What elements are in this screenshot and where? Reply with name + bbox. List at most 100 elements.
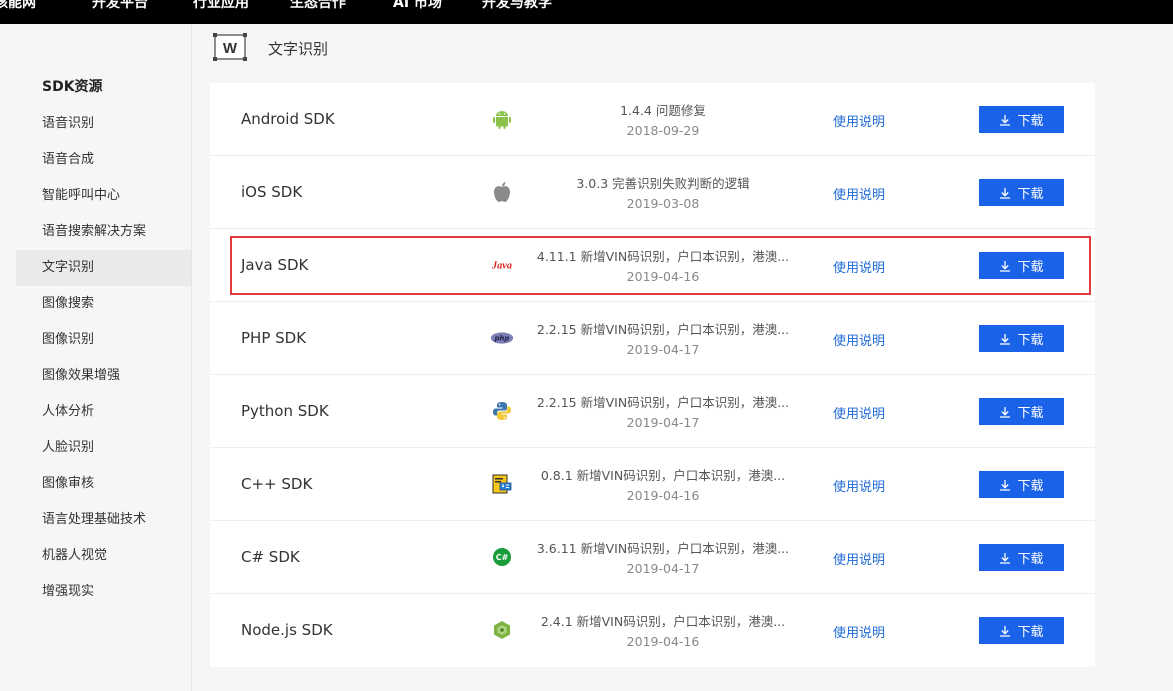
download-label: 下载	[1017, 333, 1044, 348]
download-icon	[1000, 479, 1011, 491]
version-note: 3.6.11 新增VIN码识别，户口本识别，港澳...	[536, 541, 790, 556]
section-title: 文字识别	[268, 40, 329, 58]
sdk-table: Android SDK 1.4.4 问题修复 2018-09-29 使用说明 下载 iOS…	[210, 83, 1095, 667]
release-date: 2019-04-17	[626, 561, 700, 576]
sidebar-title: SDK资源	[42, 79, 103, 95]
sdk-row: Java SDK Java 4.11.1 新增VIN码识别，户口本识别，港澳... 2…	[210, 229, 1095, 302]
usage-doc-link[interactable]: 使用说明	[833, 330, 885, 349]
top-nav-item[interactable]: AI 市场	[393, 0, 442, 12]
download-icon	[1000, 187, 1011, 199]
sidebar-item[interactable]: 增强现实	[16, 574, 191, 610]
top-nav-item[interactable]: 行业应用	[193, 0, 249, 12]
download-icon	[1000, 406, 1011, 418]
sdk-row: C++ SDK 0.8.1 新增VIN码识别，户口本识别，港澳... 2019-04…	[210, 448, 1095, 521]
download-label: 下载	[1017, 625, 1044, 640]
usage-doc-link[interactable]: 使用说明	[833, 403, 885, 422]
download-icon	[1000, 625, 1011, 637]
download-button[interactable]: 下载	[979, 179, 1064, 206]
sidebar-item[interactable]: 文字识别	[16, 250, 191, 286]
sdk-name: Android SDK	[241, 110, 335, 128]
sidebar: SDK资源 语音识别 语音合成 智能呼叫中心 语音搜索解决方案 文字识别 图像搜索 图像识别…	[0, 24, 192, 691]
top-nav-item[interactable]: 生态合作	[290, 0, 346, 12]
release-date: 2019-04-16	[626, 634, 700, 649]
usage-doc-link[interactable]: 使用说明	[833, 111, 885, 130]
version-note: 2.2.15 新增VIN码识别，户口本识别，港澳...	[536, 395, 790, 410]
download-button[interactable]: 下载	[979, 325, 1064, 352]
sidebar-item[interactable]: 图像效果增强	[16, 358, 191, 394]
download-label: 下载	[1017, 114, 1044, 129]
top-nav-bar: 核能网 开发平台 行业应用 生态合作 AI 市场 开发与教学	[0, 0, 1173, 24]
sidebar-item[interactable]: 图像审核	[16, 466, 191, 502]
version-note: 4.11.1 新增VIN码识别，户口本识别，港澳...	[536, 249, 790, 264]
download-icon	[1000, 552, 1011, 564]
apple-icon	[490, 180, 514, 204]
usage-doc-link[interactable]: 使用说明	[833, 476, 885, 495]
usage-doc-link[interactable]: 使用说明	[833, 622, 885, 641]
csharp-icon: C#	[490, 545, 514, 569]
java-icon: Java	[490, 253, 514, 277]
svg-text:Java: Java	[491, 260, 512, 271]
sdk-row: iOS SDK 3.0.3 完善识别失败判断的逻辑 2019-03-08 使用说明 下载	[210, 156, 1095, 229]
sdk-name: Java SDK	[241, 256, 309, 274]
release-date: 2019-04-16	[626, 488, 700, 503]
sdk-name: C# SDK	[241, 548, 300, 566]
sdk-name: PHP SDK	[241, 329, 307, 347]
release-date: 2019-04-16	[626, 269, 700, 284]
download-label: 下载	[1017, 260, 1044, 275]
download-label: 下载	[1017, 406, 1044, 421]
download-button[interactable]: 下载	[979, 617, 1064, 644]
download-icon	[1000, 260, 1011, 272]
download-button[interactable]: 下载	[979, 398, 1064, 425]
sidebar-item[interactable]: 人体分析	[16, 394, 191, 430]
download-label: 下载	[1017, 187, 1044, 202]
download-label: 下载	[1017, 479, 1044, 494]
sdk-row: C# SDK C# 3.6.11 新增VIN码识别，户口本识别，港澳... 2019-…	[210, 521, 1095, 594]
sidebar-item[interactable]: 智能呼叫中心	[16, 178, 191, 214]
nodejs-icon	[490, 618, 514, 642]
sidebar-item[interactable]: 语音搜索解决方案	[16, 214, 191, 250]
sdk-row: Android SDK 1.4.4 问题修复 2018-09-29 使用说明 下载	[210, 83, 1095, 156]
top-nav-item[interactable]: 核能网	[0, 0, 36, 12]
release-date: 2018-09-29	[626, 123, 700, 138]
sidebar-item[interactable]: 语言处理基础技术	[16, 502, 191, 538]
sidebar-item[interactable]: 图像搜索	[16, 286, 191, 322]
release-date: 2019-03-08	[626, 196, 700, 211]
download-label: 下载	[1017, 552, 1044, 567]
sdk-name: C++ SDK	[241, 475, 313, 493]
usage-doc-link[interactable]: 使用说明	[833, 257, 885, 276]
sidebar-item[interactable]: 机器人视觉	[16, 538, 191, 574]
download-button[interactable]: 下载	[979, 544, 1064, 571]
sdk-name: Python SDK	[241, 402, 329, 420]
download-button[interactable]: 下载	[979, 106, 1064, 133]
download-icon	[1000, 333, 1011, 345]
download-icon	[1000, 114, 1011, 126]
sidebar-item[interactable]: 图像识别	[16, 322, 191, 358]
version-note: 2.4.1 新增VIN码识别，户口本识别，港澳...	[540, 614, 786, 629]
version-note: 3.0.3 完善识别失败判断的逻辑	[576, 176, 750, 191]
android-icon	[490, 107, 514, 131]
sdk-row: Node.js SDK 2.4.1 新增VIN码识别，户口本识别，港澳... 201…	[210, 594, 1095, 667]
release-date: 2019-04-17	[626, 415, 700, 430]
download-button[interactable]: 下载	[979, 252, 1064, 279]
version-note: 0.8.1 新增VIN码识别，户口本识别，港澳...	[540, 468, 786, 483]
php-icon: php	[490, 326, 514, 350]
sdk-row: PHP SDK php 2.2.15 新增VIN码识别，户口本识别，港澳... 201…	[210, 302, 1095, 375]
sidebar-item[interactable]: 语音合成	[16, 142, 191, 178]
usage-doc-link[interactable]: 使用说明	[833, 549, 885, 568]
sidebar-item[interactable]: 人脸识别	[16, 430, 191, 466]
ocr-w-icon-letter: W	[223, 40, 238, 57]
release-date: 2019-04-17	[626, 342, 700, 357]
sdk-row: Python SDK 2.2.15 新增VIN码识别，户口本识别，港澳... 201…	[210, 375, 1095, 448]
svg-text:php: php	[494, 335, 510, 343]
top-nav-item[interactable]: 开发与教学	[482, 0, 552, 12]
cpp-icon	[490, 472, 514, 496]
version-note: 2.2.15 新增VIN码识别，户口本识别，港澳...	[536, 322, 790, 337]
sidebar-item[interactable]: 语音识别	[16, 106, 191, 142]
download-button[interactable]: 下载	[979, 471, 1064, 498]
svg-text:C#: C#	[496, 553, 509, 562]
ocr-w-icon: W	[213, 33, 247, 61]
sdk-name: iOS SDK	[241, 183, 303, 201]
top-nav-item[interactable]: 开发平台	[92, 0, 148, 12]
usage-doc-link[interactable]: 使用说明	[833, 184, 885, 203]
python-icon	[490, 399, 514, 423]
